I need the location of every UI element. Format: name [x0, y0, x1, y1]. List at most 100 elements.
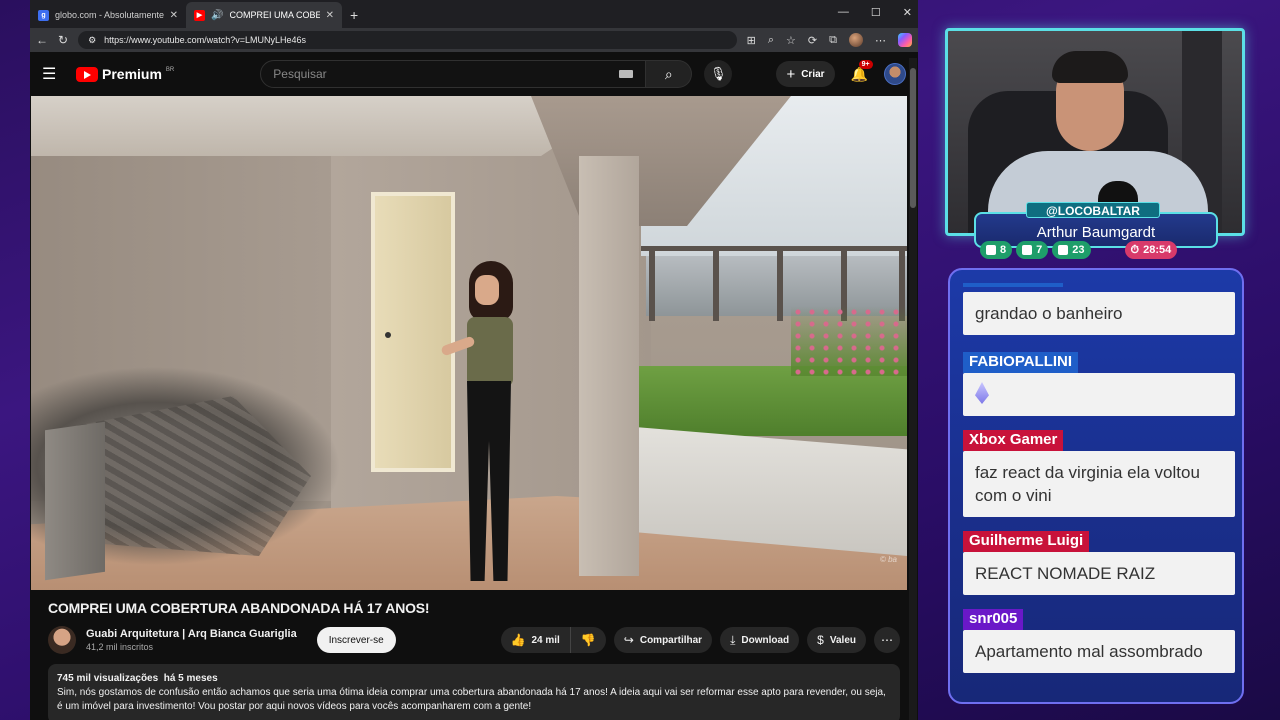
more-icon: ⋯ [881, 633, 893, 647]
youtube-count: 7 [1036, 244, 1043, 256]
tab-globo[interactable]: g globo.com - Absolutamente tudo ✕ [30, 2, 186, 28]
voice-search-button[interactable]: 🎙 [704, 60, 733, 88]
create-button[interactable]: + Criar [776, 61, 835, 87]
notifications-button[interactable]: 🔔 9+ [851, 59, 873, 83]
twitch-icon [986, 245, 996, 255]
minimize-icon[interactable]: — [838, 6, 849, 19]
keyboard-icon[interactable] [619, 70, 634, 78]
chat-text: REACT NOMADE RAIZ [963, 552, 1235, 595]
globo-favicon-icon: g [38, 9, 49, 21]
channel-info: Guabi Arquitetura | Arq Bianca Guariglia… [86, 628, 297, 652]
chat-message: snr005 Apartamento mal assombrado [963, 609, 1235, 673]
streamer-handle: @LOCOBALTAR [1026, 202, 1160, 218]
tab-youtube[interactable]: ▶ 🔊 COMPREI UMA COBERTURA ✕ [186, 2, 342, 28]
video-person [440, 261, 521, 590]
dislike-button[interactable]: 👎 [570, 627, 606, 653]
close-window-icon[interactable]: ✕ [903, 6, 912, 19]
thumbs-down-icon: 👎 [580, 633, 596, 647]
logo-text: Premium [102, 66, 162, 82]
page-scrollbar[interactable] [909, 58, 917, 720]
chat-author: snr005 [963, 609, 1024, 630]
view-stats: 745 mil visualizações há 5 meses [57, 672, 891, 686]
chat-panel: grandao o banheiro FABIOPALLINI Xbox Gam… [948, 268, 1244, 704]
thanks-button[interactable]: $ Valeu [807, 627, 866, 653]
reload-icon[interactable]: ↻ [58, 33, 68, 47]
copilot-icon[interactable] [898, 33, 912, 47]
site-info-icon[interactable]: ⚙ [88, 35, 96, 46]
close-tab-icon[interactable]: ✕ [326, 10, 334, 21]
scene-planter [627, 366, 907, 436]
share-button[interactable]: ↪ Compartilhar [613, 627, 713, 653]
chat-text: grandao o banheiro [963, 292, 1235, 335]
zoom-icon[interactable]: ⌕ [768, 34, 774, 47]
microphone-icon: 🎙 [710, 66, 727, 81]
url-field[interactable]: ⚙ https://www.youtube.com/watch?v=LMUNyL… [78, 31, 737, 49]
search-button[interactable]: ⌕ [646, 60, 693, 88]
new-tab-icon[interactable]: + [342, 7, 366, 28]
stream-timer: ⏱ 28:54 [1124, 241, 1178, 259]
video-details: COMPREI UMA COBERTURA ABANDONADA HÁ 17 A… [30, 590, 918, 720]
description-box[interactable]: 745 mil visualizações há 5 meses Sim, nó… [48, 664, 900, 720]
speaker-icon[interactable]: 🔊 [211, 10, 223, 21]
chat-author: FABIOPALLINI [963, 352, 1079, 373]
address-bar: ← ↻ ⚙ https://www.youtube.com/watch?v=LM… [30, 28, 918, 52]
search-placeholder: Pesquisar [273, 67, 327, 81]
channel-name[interactable]: Guabi Arquitetura | Arq Bianca Guariglia [86, 628, 297, 640]
gem-emote-icon [975, 382, 989, 404]
youtube-favicon-icon: ▶ [194, 9, 205, 21]
address-icons: ⊞ ⌕ ☆ ⟳ ⧉ ⋯ [747, 33, 912, 47]
chat-text: Apartamento mal assombrado [963, 630, 1235, 673]
download-button[interactable]: ⤓ Download [720, 627, 800, 653]
channel-row: Guabi Arquitetura | Arq Bianca Guariglia… [48, 626, 900, 654]
timer-value: 28:54 [1143, 244, 1172, 256]
back-icon[interactable]: ← [36, 33, 48, 47]
video-title: COMPREI UMA COBERTURA ABANDONADA HÁ 17 A… [48, 600, 430, 616]
menu-icon[interactable]: ☰ [42, 64, 62, 84]
like-group: 👍 24 mil 👎 [500, 627, 606, 653]
favorite-star-icon[interactable]: ☆ [786, 34, 796, 47]
clock-icon: ⏱ [1130, 243, 1140, 256]
tab-title: globo.com - Absolutamente tudo [55, 10, 164, 20]
app-icon[interactable]: ⊞ [747, 34, 756, 47]
extensions-icon[interactable]: ⟳ [808, 34, 817, 47]
url-text: https://www.youtube.com/watch?v=LMUNyLHe… [104, 35, 306, 45]
streamer-name: Arthur Baumgardt [1036, 224, 1156, 241]
subscriber-count: 41,2 mil inscritos [86, 642, 154, 652]
thanks-label: Valeu [829, 634, 856, 646]
search-input[interactable]: Pesquisar [260, 60, 647, 88]
scrollbar-thumb[interactable] [910, 68, 916, 208]
subscribe-button[interactable]: Inscrever-se [316, 627, 396, 653]
chat-author: Xbox Gamer [963, 430, 1064, 451]
close-tab-icon[interactable]: ✕ [170, 10, 178, 21]
youtube-play-icon [76, 66, 98, 82]
more-menu-icon[interactable]: ⋯ [875, 34, 886, 47]
profile-avatar[interactable] [849, 33, 863, 47]
like-count: 24 mil [531, 634, 560, 646]
super-thanks-icon: $ [817, 633, 824, 647]
scene-flowers [791, 306, 907, 376]
chat-text [963, 373, 1235, 416]
search-icon: ⌕ [664, 65, 673, 82]
header-actions: + Criar 🔔 9+ [776, 59, 906, 87]
upload-age: há 5 meses [163, 673, 218, 684]
chat-message: Xbox Gamer faz react da virginia ela vol… [963, 430, 1235, 517]
youtube-logo[interactable]: Premium BR [76, 66, 174, 82]
like-button[interactable]: 👍 24 mil [500, 627, 571, 653]
plus-icon: + [786, 65, 796, 83]
more-actions-button[interactable]: ⋯ [874, 627, 900, 653]
channel-avatar[interactable] [48, 626, 76, 654]
account-avatar[interactable] [884, 63, 906, 85]
chat-author: Guilherme Luigi [963, 531, 1090, 552]
youtube-header: ☰ Premium BR Pesquisar ⌕ 🎙 + Criar 🔔 9+ [30, 52, 918, 96]
notification-badge: 9+ [858, 59, 873, 69]
collections-icon[interactable]: ⧉ [829, 34, 837, 47]
thumbs-up-icon: 👍 [510, 633, 526, 647]
video-watermark: © ba [879, 555, 897, 564]
chat-text: faz react da virginia ela voltou com o v… [963, 451, 1235, 517]
tab-title: COMPREI UMA COBERTURA [229, 10, 320, 20]
view-count: 745 mil visualizações [57, 673, 159, 684]
video-player[interactable]: © ba [31, 96, 907, 590]
kick-viewers: 23 [1052, 241, 1091, 259]
maximize-icon[interactable]: ☐ [871, 6, 881, 19]
share-icon: ↪ [623, 633, 634, 647]
